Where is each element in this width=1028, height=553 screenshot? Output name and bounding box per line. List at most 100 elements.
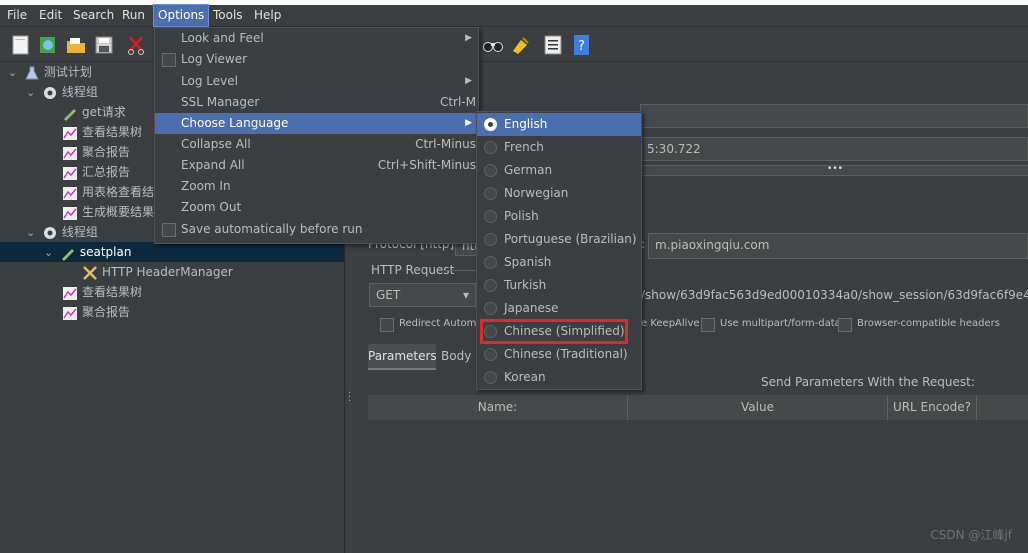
tree-label: 聚合报告 [82,305,131,319]
menu-item-label: Expand All [181,158,245,172]
header-label: URL Encode? [892,400,972,414]
clear-broom-icon[interactable] [510,34,532,56]
tree-node-listener[interactable]: 聚合报告 [62,142,130,162]
multipart-checkbox[interactable] [701,318,715,332]
save-automatically-checkbox[interactable] [162,223,176,237]
language-label: Portuguese (Brazilian) [504,232,637,246]
language-chinese-traditional[interactable]: Chinese (Traditional) [477,343,641,366]
tree-node-listener[interactable]: 用表格查看结 [62,182,154,202]
tree-node-listener[interactable]: 查看结果树 [62,122,142,142]
listener-chart-icon [63,286,77,300]
column-header-url-encode[interactable]: URL Encode? [888,395,977,420]
save-icon[interactable] [93,34,115,56]
chevron-down-icon[interactable]: ⌄ [26,223,38,243]
menu-item-zoom-in[interactable]: Zoom In [155,176,478,197]
menu-edit[interactable]: Edit [35,5,66,26]
menu-item-choose-language[interactable]: Choose Language ▶ [155,113,478,134]
function-helper-icon[interactable] [542,34,564,56]
language-portuguese-brazilian[interactable]: Portuguese (Brazilian) [477,228,641,251]
tree-node-listener[interactable]: 汇总报告 [62,162,130,182]
name-field[interactable] [640,104,1028,128]
tree-node-listener[interactable]: 生成概要结果 [62,202,154,222]
tree-node-header-manager[interactable]: HTTP HeaderManager [82,262,233,282]
language-spanish[interactable]: Spanish [477,251,641,274]
language-label: German [504,163,553,177]
menu-tools[interactable]: Tools [209,5,247,26]
tree-node-test-plan[interactable]: ⌄ 测试计划 [8,62,92,82]
radio-icon [484,348,497,361]
language-english[interactable]: English [477,113,641,136]
language-norwegian[interactable]: Norwegian [477,182,641,205]
language-polish[interactable]: Polish [477,205,641,228]
language-label: English [504,117,548,131]
method-select[interactable]: GET ▾ [369,283,476,307]
menu-help[interactable]: Help [250,5,285,26]
menu-run[interactable]: Run [118,5,149,26]
radio-icon [484,164,497,177]
listener-chart-icon [63,146,77,160]
tree-node-listener[interactable]: 聚合报告 [62,302,130,322]
tree-node-listener[interactable]: 查看结果树 [62,282,142,302]
server-field[interactable]: m.piaoxingqiu.com [648,233,1028,259]
comments-field[interactable]: 5:30.722 [640,137,1028,161]
language-french[interactable]: French [477,136,641,159]
menu-item-save-automatically[interactable]: Save automatically before run [155,219,478,240]
options-menu: Look and Feel ▶ Log Viewer Log Level ▶ SSL… [154,27,479,244]
menu-item-label: Log Viewer [181,52,248,66]
keepalive-label: e KeepAlive [641,318,700,329]
menu-item-label: Collapse All [181,137,251,151]
menu-search[interactable]: Search [69,5,118,26]
tree-node-thread-group[interactable]: ⌄ 线程组 [26,82,98,102]
chevron-down-icon[interactable]: ⌄ [26,83,38,103]
menu-item-look-and-feel[interactable]: Look and Feel ▶ [155,28,478,49]
language-german[interactable]: German [477,159,641,182]
language-turkish[interactable]: Turkish [477,274,641,297]
config-wrench-icon [83,265,97,280]
language-korean[interactable]: Korean [477,366,641,389]
path-field[interactable]: /show/63d9fac563d9ed00010334a0/show_sess… [641,288,1028,302]
browser-compat-label: Browser-compatible headers [857,318,1000,329]
sampler-pen-icon [61,248,74,261]
language-submenu: English French German Norwegian Polish P… [476,111,642,390]
browser-compat-checkbox[interactable] [838,318,852,332]
menu-item-ssl-manager[interactable]: SSL Manager Ctrl-M [155,92,478,113]
help-icon[interactable]: ? [571,34,593,56]
submenu-arrow-icon: ▶ [465,76,472,86]
radio-icon [484,187,497,200]
language-label: French [504,140,544,154]
column-header-name[interactable]: Name: [368,395,628,420]
menu-item-zoom-out[interactable]: Zoom Out [155,197,478,218]
tree-node-thread-group[interactable]: ⌄ 线程组 [26,222,98,242]
menu-item-log-viewer[interactable]: Log Viewer [155,49,478,70]
tree-node-sampler[interactable]: get请求 [62,102,126,122]
tab-parameters[interactable]: Parameters [368,344,437,370]
cut-icon[interactable] [125,34,147,56]
language-japanese[interactable]: Japanese [477,297,641,320]
tree-label: 测试计划 [43,65,92,79]
new-icon[interactable] [10,34,32,56]
chevron-down-icon[interactable]: ⌄ [8,63,20,83]
collapse-handle[interactable]: ••• [640,165,1028,176]
templates-icon[interactable] [37,34,59,56]
tree-label: 查看结果树 [82,285,143,299]
tree-label: 汇总报告 [82,165,131,179]
listener-chart-icon [63,306,77,320]
menu-item-expand-all[interactable]: Expand All Ctrl+Shift-Minus [155,155,478,176]
chevron-down-icon[interactable]: ⌄ [44,243,56,263]
tree-label: 用表格查看结 [82,185,155,199]
menu-file[interactable]: File [3,5,31,26]
send-params-label: Send Parameters With the Request: [761,375,975,389]
menu-item-collapse-all[interactable]: Collapse All Ctrl-Minus [155,134,478,155]
search-binoculars-icon[interactable] [482,34,504,56]
tree-label: 线程组 [61,225,98,239]
open-icon[interactable] [65,34,87,56]
redirect-checkbox[interactable] [380,318,394,332]
tab-body-data[interactable]: Body D [441,344,476,368]
menu-options[interactable]: Options [153,4,210,27]
tree-node-seatplan[interactable]: ⌄ seatplan [0,242,344,262]
listener-chart-icon [63,186,77,200]
menu-item-accelerator: Ctrl+Shift-Minus [377,158,476,172]
menu-item-log-level[interactable]: Log Level ▶ [155,71,478,92]
log-viewer-checkbox[interactable] [162,53,176,67]
column-header-value[interactable]: Value [628,395,888,420]
